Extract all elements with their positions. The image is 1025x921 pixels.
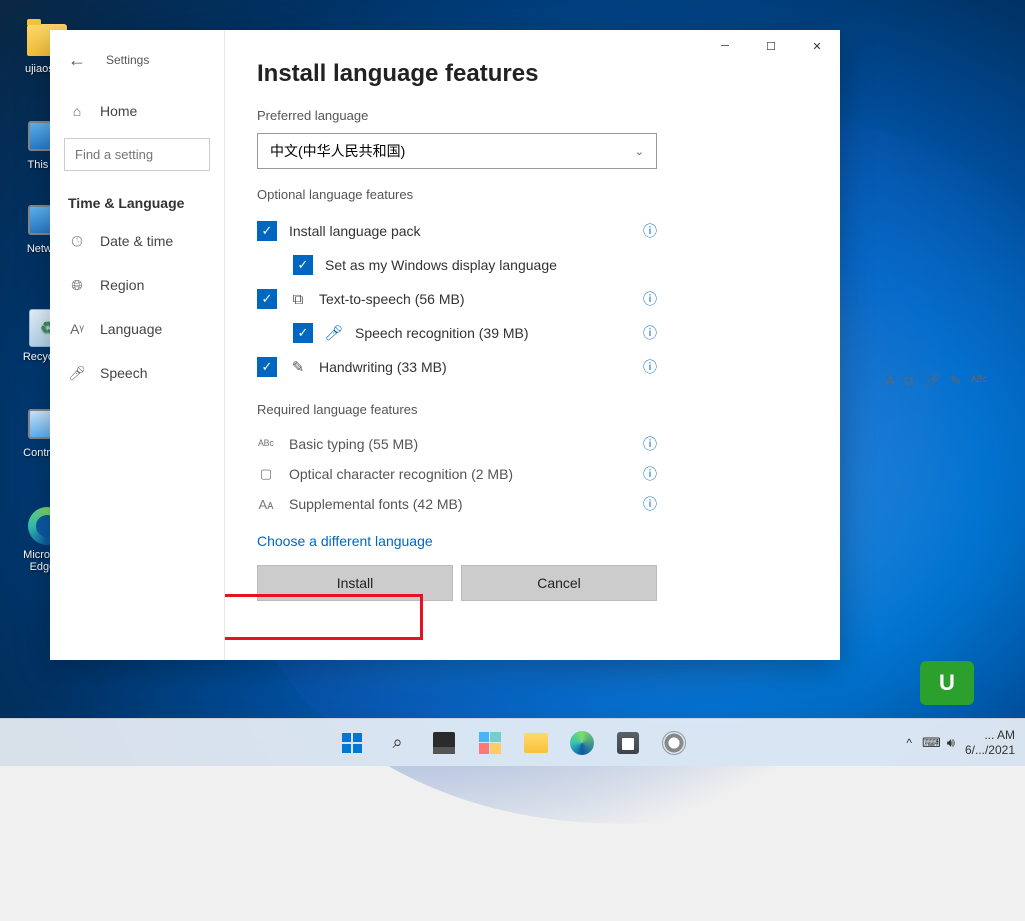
taskbar-clock[interactable]: ... AM 6/.../2021	[965, 728, 1015, 758]
info-icon[interactable]: ⓘ	[643, 357, 657, 377]
tray-chevron-icon[interactable]: ^	[906, 736, 912, 750]
language-feature-icons: A ⧉ 🎤︎ ✎ ᴬᴮᶜ	[886, 373, 987, 389]
ocr-icon: ▢	[257, 466, 275, 482]
edge-icon	[570, 731, 594, 755]
info-icon[interactable]: ⓘ	[643, 494, 657, 514]
abc-icon: ᴬᴮᶜ	[971, 373, 987, 389]
req-label: Supplemental fonts (42 MB)	[289, 496, 463, 512]
checkbox-icon[interactable]: ✓	[257, 357, 277, 377]
settings-button[interactable]	[654, 723, 694, 763]
feature-speech-recog[interactable]: ✓ 🎤︎ Speech recognition (39 MB) ⓘ	[257, 316, 657, 350]
text-icon: A	[886, 373, 895, 389]
sb-label: Date & time	[100, 233, 173, 249]
info-icon[interactable]: ⓘ	[643, 221, 657, 241]
date-label: 6/.../2021	[965, 743, 1015, 758]
sidebar-item-language[interactable]: Aᵞ Language	[50, 307, 224, 351]
abc-icon: ᴬᴮᶜ	[257, 437, 275, 452]
cancel-button[interactable]: Cancel	[461, 565, 657, 601]
feature-set-display[interactable]: ✓ Set as my Windows display language	[257, 248, 657, 282]
edge-button[interactable]	[562, 723, 602, 763]
search-input[interactable]	[64, 138, 210, 171]
feat-label: Set as my Windows display language	[325, 257, 557, 273]
checkbox-icon[interactable]: ✓	[293, 255, 313, 275]
sb-label: Region	[100, 277, 144, 293]
feat-label: Handwriting (33 MB)	[319, 359, 447, 375]
feat-label: Text-to-speech (56 MB)	[319, 291, 465, 307]
settings-window: ─ ☐ ✕ ← Settings ⌂ Home Time & Language …	[50, 30, 840, 660]
taskbar: ⌕ ^ ⌨ 🔊︎ ... AM 6/.../2021	[0, 718, 1025, 766]
selected-language: 中文(中华人民共和国)	[270, 141, 405, 161]
required-fonts: Aᴀ Supplemental fonts (42 MB) ⓘ	[257, 489, 657, 519]
close-button[interactable]: ✕	[794, 30, 840, 62]
feature-tts[interactable]: ✓ ⧉ Text-to-speech (56 MB) ⓘ	[257, 282, 657, 316]
mic-icon: 🎤︎	[325, 324, 343, 342]
globe-icon: 🌐︎	[68, 276, 86, 294]
search-button[interactable]: ⌕	[378, 723, 418, 763]
feat-label: Install language pack	[289, 223, 421, 239]
req-label: Optical character recognition (2 MB)	[289, 466, 513, 482]
install-button[interactable]: Install	[257, 565, 453, 601]
settings-main: Install language features Preferred lang…	[225, 30, 840, 660]
checkbox-icon[interactable]: ✓	[257, 221, 277, 241]
taskview-icon	[433, 732, 455, 754]
checkbox-icon[interactable]: ✓	[293, 323, 313, 343]
store-icon	[617, 732, 639, 754]
mic-icon: 🎤︎	[68, 364, 86, 382]
pen-icon: ✎	[289, 358, 307, 376]
search-icon: ⌕	[392, 732, 402, 753]
language-dropdown[interactable]: 中文(中华人民共和国) ⌄	[257, 133, 657, 169]
settings-sidebar: ← Settings ⌂ Home Time & Language 🕓︎ Dat…	[50, 30, 225, 660]
feat-label: Speech recognition (39 MB)	[355, 325, 529, 341]
sidebar-item-speech[interactable]: 🎤︎ Speech	[50, 351, 224, 395]
gear-icon	[662, 731, 686, 755]
widgets-button[interactable]	[470, 723, 510, 763]
page-title: Install language features	[257, 60, 808, 88]
copy-icon: ⧉	[904, 373, 913, 389]
sb-label: Language	[100, 321, 162, 337]
sidebar-home[interactable]: ⌂ Home	[50, 90, 224, 132]
explorer-button[interactable]	[516, 723, 556, 763]
store-button[interactable]	[608, 723, 648, 763]
info-icon[interactable]: ⓘ	[643, 289, 657, 309]
widgets-icon	[479, 732, 501, 754]
required-features-label: Required language features	[257, 402, 808, 417]
copy-icon: ⧉	[289, 291, 307, 308]
home-icon: ⌂	[68, 102, 86, 120]
ime-icon[interactable]: ⌨	[922, 735, 941, 751]
info-icon[interactable]: ⓘ	[643, 434, 657, 454]
sidebar-item-region[interactable]: 🌐︎ Region	[50, 263, 224, 307]
feature-install-pack[interactable]: ✓ Install language pack ⓘ	[257, 214, 657, 248]
time-label: ... AM	[965, 728, 1015, 743]
volume-icon[interactable]: 🔊︎	[947, 735, 955, 751]
checkbox-icon[interactable]: ✓	[257, 289, 277, 309]
folder-icon	[524, 733, 548, 753]
language-icon: Aᵞ	[68, 320, 86, 338]
back-button[interactable]: ←	[68, 50, 86, 71]
minimize-button[interactable]: ─	[702, 30, 748, 62]
font-icon: Aᴀ	[257, 497, 275, 512]
sb-label: Speech	[100, 365, 147, 381]
pen-icon: ✎	[950, 373, 961, 389]
clock-icon: 🕓︎	[68, 232, 86, 250]
sidebar-section: Time & Language	[50, 181, 224, 219]
maximize-button[interactable]: ☐	[748, 30, 794, 62]
start-button[interactable]	[332, 723, 372, 763]
req-label: Basic typing (55 MB)	[289, 436, 418, 452]
home-label: Home	[100, 103, 137, 119]
chevron-down-icon: ⌄	[635, 145, 644, 158]
mic-icon: 🎤︎	[924, 373, 941, 389]
choose-different-language-link[interactable]: Choose a different language	[257, 533, 808, 549]
sidebar-title: Settings	[106, 53, 149, 67]
feature-handwriting[interactable]: ✓ ✎ Handwriting (33 MB) ⓘ	[257, 350, 657, 384]
task-view-button[interactable]	[424, 723, 464, 763]
info-icon[interactable]: ⓘ	[643, 464, 657, 484]
required-ocr: ▢ Optical character recognition (2 MB) ⓘ	[257, 459, 657, 489]
info-icon[interactable]: ⓘ	[643, 323, 657, 343]
required-basic-typing: ᴬᴮᶜ Basic typing (55 MB) ⓘ	[257, 429, 657, 459]
window-titlebar: ─ ☐ ✕	[702, 30, 840, 62]
optional-features-label: Optional language features	[257, 187, 808, 202]
sidebar-item-datetime[interactable]: 🕓︎ Date & time	[50, 219, 224, 263]
preferred-language-label: Preferred language	[257, 108, 808, 123]
